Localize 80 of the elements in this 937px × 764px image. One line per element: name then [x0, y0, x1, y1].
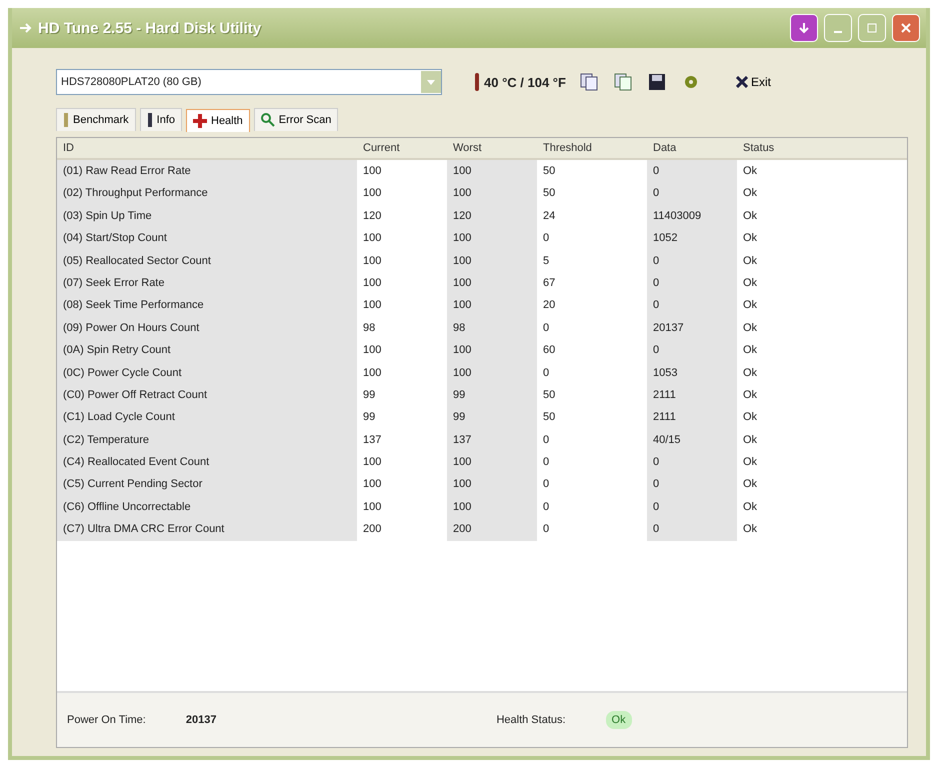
table-cell: (C1) Load Cycle Count — [57, 406, 357, 429]
table-cell: (08) Seek Time Performance — [57, 294, 357, 317]
column-header[interactable]: Worst — [447, 138, 537, 160]
tab[interactable]: Info — [140, 108, 182, 131]
table-cell: (0C) Power Cycle Count — [57, 362, 357, 384]
copy-icon[interactable] — [578, 71, 600, 93]
table-cell: 20137 — [647, 316, 737, 340]
drive-dropdown[interactable]: HDS728080PLAT20 (80 GB) — [56, 69, 442, 95]
tab[interactable]: Error Scan — [254, 108, 338, 131]
table-cell: 200 — [447, 518, 537, 541]
column-header[interactable]: Data — [647, 138, 737, 160]
app-icon — [18, 21, 32, 35]
table-cell: 137 — [447, 428, 537, 452]
table-cell: (C2) Temperature — [57, 428, 357, 452]
table-cell: (05) Reallocated Sector Count — [57, 250, 357, 272]
table-cell: 1052 — [647, 227, 737, 250]
magnifier-icon — [260, 113, 275, 127]
close-icon — [736, 76, 748, 88]
table-cell: 1053 — [647, 362, 737, 384]
column-header[interactable]: Status — [737, 138, 907, 160]
tab[interactable]: Benchmark — [56, 108, 136, 131]
table-cell: 100 — [447, 294, 537, 317]
table-cell: 2111 — [647, 384, 737, 406]
table-cell: (04) Start/Stop Count — [57, 227, 357, 250]
table-cell: 100 — [447, 451, 537, 474]
table-cell: 100 — [447, 339, 537, 362]
table-cell: 100 — [447, 362, 537, 384]
exit-button[interactable]: Exit — [734, 73, 773, 91]
table-cell: 0 — [647, 339, 737, 362]
table-cell: 100 — [447, 160, 537, 182]
column-header[interactable]: ID — [57, 138, 357, 160]
minimize-icon — [834, 31, 842, 33]
table-cell: (C0) Power Off Retract Count — [57, 384, 357, 406]
table-cell: 99 — [447, 406, 537, 429]
table-cell: 99 — [447, 384, 537, 406]
table-cell: 0 — [647, 182, 737, 205]
maximize-icon — [867, 23, 877, 33]
table-cell: 0 — [647, 250, 737, 272]
table-cell: (C7) Ultra DMA CRC Error Count — [57, 518, 357, 541]
table-cell: (C5) Current Pending Sector — [57, 473, 357, 496]
column-header[interactable]: Threshold — [537, 138, 647, 160]
health-label: Health Status: — [496, 714, 566, 726]
table-cell: 100 — [447, 227, 537, 250]
table-cell: 0 — [647, 451, 737, 474]
caret-icon — [427, 80, 435, 84]
table-cell: 100 — [447, 182, 537, 205]
table-cell: (07) Seek Error Rate — [57, 272, 357, 294]
table-cell: (09) Power On Hours Count — [57, 316, 357, 340]
tab[interactable]: Health — [186, 109, 250, 132]
copy-icon[interactable] — [612, 71, 634, 93]
table-cell: 100 — [447, 250, 537, 272]
table-cell: 0 — [647, 160, 737, 182]
close-icon — [901, 23, 911, 33]
table-cell: (C4) Reallocated Event Count — [57, 451, 357, 474]
table-cell: (01) Raw Read Error Rate — [57, 160, 357, 182]
power-on-value: 20137 — [186, 714, 216, 726]
power-on-label: Power On Time: — [67, 714, 146, 726]
column-header[interactable]: Current — [357, 138, 447, 160]
temperature-reading: 40 °C / 104 °F — [474, 73, 566, 91]
table-cell: 100 — [447, 272, 537, 294]
table-cell: 98 — [447, 316, 537, 340]
plus-icon — [193, 114, 207, 128]
table-cell: 100 — [447, 473, 537, 496]
table-cell: 120 — [447, 204, 537, 228]
window-title: HD Tune 2.55 - Hard Disk Utility — [38, 20, 262, 36]
table-cell: (C6) Offline Uncorrectable — [57, 496, 357, 518]
table-cell: 100 — [447, 496, 537, 518]
table-cell: 0 — [647, 294, 737, 317]
table-cell: 11403009 — [647, 204, 737, 228]
table-cell: 0 — [647, 272, 737, 294]
table-cell: 2111 — [647, 406, 737, 429]
table-cell: 40/15 — [647, 428, 737, 452]
close-button[interactable] — [892, 14, 920, 42]
health-status: Ok — [606, 711, 632, 729]
table-cell: (02) Throughput Performance — [57, 182, 357, 205]
table-cell: (0A) Spin Retry Count — [57, 339, 357, 362]
table-cell: 0 — [647, 496, 737, 518]
table-cell: 0 — [647, 518, 737, 541]
table-cell: 0 — [647, 473, 737, 496]
table-cell: (03) Spin Up Time — [57, 204, 357, 228]
